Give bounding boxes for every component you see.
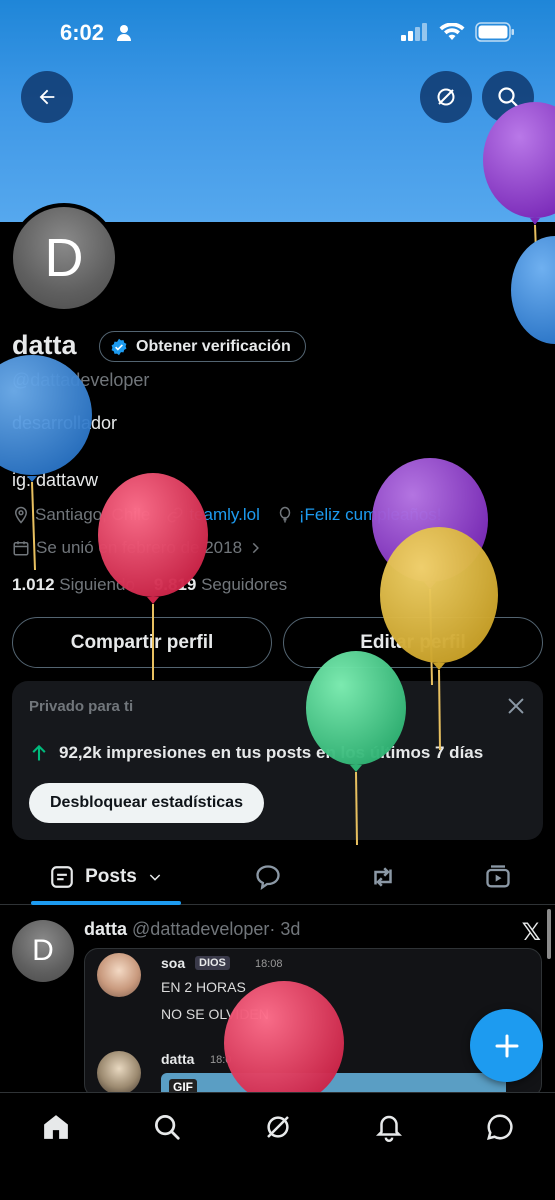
- search-icon: [155, 1115, 180, 1140]
- reply-bubble-icon: [256, 865, 280, 891]
- website-item[interactable]: teamly.lol: [166, 505, 260, 525]
- balloon-icon: [279, 506, 291, 523]
- location-pin-icon: [14, 506, 28, 524]
- back-button[interactable]: [21, 71, 73, 123]
- followers-link[interactable]: 9.819 Seguidores: [154, 575, 287, 594]
- get-verified-button[interactable]: Obtener verificación: [99, 331, 306, 362]
- private-insights-card: Privado para ti 92,2k impresiones en tus…: [12, 681, 543, 840]
- chat-message: EN 2 HORAS: [161, 979, 246, 995]
- active-tab-indicator: [31, 901, 181, 905]
- followers-label: Seguidores: [201, 575, 288, 594]
- post-author: datta: [84, 919, 128, 939]
- grok-button[interactable]: [420, 71, 472, 123]
- tab-posts-label: Posts: [85, 866, 137, 887]
- profile-tabs: Posts: [0, 850, 555, 905]
- chat-avatar-datta: [97, 1051, 141, 1095]
- post-item[interactable]: D datta @dattadeveloper· 3d 𝕏 soa DIOS 1…: [0, 906, 555, 1098]
- followers-count: 9.819: [153, 575, 197, 594]
- avatar-letter: D: [13, 207, 115, 309]
- profile-handle: @dattadeveloper: [12, 370, 150, 390]
- tab-reposts[interactable]: [365, 850, 401, 904]
- balloon-blue-right: [511, 236, 555, 344]
- post-header: datta @dattadeveloper· 3d: [84, 919, 300, 940]
- impressions-text: 92,2k impresiones en tus posts en los úl…: [59, 743, 484, 762]
- nav-notifications[interactable]: [373, 1111, 405, 1143]
- link-icon: [167, 507, 183, 523]
- post-avatar[interactable]: D: [12, 920, 74, 982]
- media-icon: [486, 865, 510, 888]
- nav-search[interactable]: [151, 1111, 183, 1143]
- chat-name-datta: datta: [161, 1051, 195, 1067]
- private-card-title: Privado para ti: [29, 698, 134, 715]
- chevron-right-icon: [252, 542, 260, 554]
- arrow-left-icon: [39, 89, 55, 105]
- chat-name-soa: soa: [161, 955, 186, 971]
- arrow-up-icon: [32, 744, 46, 761]
- birthday-text: ¡Feliz cumpleaños!: [298, 505, 442, 524]
- x-logo-icon: 𝕏: [521, 919, 541, 946]
- calendar-icon: [13, 541, 29, 556]
- following-link[interactable]: 1.012 Siguiendo: [12, 575, 135, 594]
- tab-replies[interactable]: [250, 850, 286, 904]
- verified-badge-icon: [111, 338, 127, 355]
- nav-messages[interactable]: [484, 1111, 516, 1143]
- chat-badge: DIOS: [195, 956, 230, 970]
- person-icon: [117, 25, 131, 41]
- post-handle: @dattadeveloper: [132, 919, 270, 939]
- post-media[interactable]: soa DIOS 18:08 EN 2 HORAS NO SE OLVIDEN …: [84, 948, 542, 1098]
- impressions-row: 92,2k impresiones en tus posts en los úl…: [29, 743, 483, 763]
- status-time: 6:02: [60, 20, 105, 45]
- birthday-item: ¡Feliz cumpleaños!: [276, 505, 442, 525]
- profile-bio: desarrollador: [12, 413, 118, 433]
- signal-icon: [401, 23, 427, 41]
- chevron-down-icon: [149, 874, 161, 881]
- unlock-stats-button[interactable]: Desbloquear estadísticas: [29, 783, 264, 823]
- profile-instagram: ig: dattavw: [12, 470, 99, 490]
- chat-message: NO SE OLVIDEN: [161, 1006, 269, 1022]
- bell-icon: [375, 1115, 403, 1142]
- grok-icon: [437, 88, 455, 106]
- close-icon[interactable]: [505, 695, 527, 717]
- chat-avatar-soa: [97, 953, 141, 997]
- home-icon: [44, 1115, 68, 1139]
- search-button[interactable]: [482, 71, 534, 123]
- chat-time-soa: 18:08: [255, 958, 283, 970]
- profile-avatar[interactable]: D: [9, 203, 119, 313]
- battery-icon: [475, 22, 514, 42]
- website-link[interactable]: teamly.lol: [189, 505, 260, 525]
- chat-time-datta: 18:0: [210, 1054, 232, 1066]
- location-item: Santiago, Chile: [12, 505, 150, 525]
- grok-icon: [267, 1116, 289, 1138]
- post-time: · 3d: [269, 919, 301, 939]
- edit-profile-button[interactable]: Editar perfil: [283, 617, 543, 668]
- wifi-icon: [439, 23, 465, 40]
- get-verified-label: Obtener verificación: [136, 337, 291, 355]
- location-text: Santiago, Chile: [35, 505, 151, 524]
- follow-stats: 1.012 Siguiendo 9.819 Seguidores: [12, 575, 287, 595]
- scrollbar[interactable]: [547, 909, 551, 959]
- tab-media[interactable]: [480, 850, 516, 904]
- tab-posts[interactable]: Posts: [31, 850, 181, 904]
- following-count: 1.012: [12, 575, 55, 594]
- plus-icon: [495, 1034, 518, 1057]
- search-icon: [498, 87, 519, 108]
- joined-row[interactable]: Se unió en febrero de 2018: [12, 538, 262, 558]
- repost-icon: [374, 867, 392, 887]
- share-profile-button[interactable]: Compartir perfil: [12, 617, 272, 668]
- nav-home[interactable]: [40, 1111, 72, 1143]
- posts-icon: [51, 866, 73, 888]
- profile-meta: Santiago, Chile teamly.lol ¡Feliz cumple…: [12, 505, 458, 525]
- joined-text: Se unió en febrero de 2018: [36, 538, 243, 557]
- nav-grok[interactable]: [262, 1111, 294, 1143]
- status-icons: [401, 22, 515, 42]
- chat-bubble-icon: [486, 1114, 513, 1141]
- following-label: Siguiendo: [59, 575, 135, 594]
- bottom-navigation: [0, 1092, 555, 1200]
- compose-post-button[interactable]: [470, 1009, 543, 1082]
- profile-name: datta: [12, 330, 77, 360]
